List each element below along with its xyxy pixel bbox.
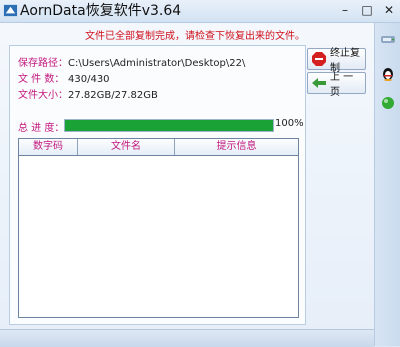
- back-arrow-icon: [311, 75, 327, 91]
- column-header-filename[interactable]: 文件名: [78, 139, 175, 155]
- progress-bar: [64, 119, 274, 132]
- qq-penguin-icon[interactable]: [380, 65, 396, 81]
- status-bar: [0, 329, 374, 347]
- file-table[interactable]: 数字码 文件名 提示信息: [18, 138, 299, 318]
- minimize-button[interactable]: –: [338, 3, 352, 17]
- stop-copy-button[interactable]: 终止复制: [307, 48, 366, 74]
- file-count-label: 文 件 数：: [18, 74, 65, 85]
- stop-sign-icon: [311, 51, 327, 67]
- file-size-row: 文件大小：27.82GB/27.82GB: [18, 86, 158, 101]
- file-count-row: 文 件 数： 430/430: [18, 70, 110, 85]
- maximize-button[interactable]: □: [360, 3, 374, 17]
- file-count-value: 430/430: [68, 74, 110, 85]
- prev-page-button[interactable]: 上 一 页: [307, 72, 366, 98]
- client-area: 文件已全部复制完成，请检查下恢复出来的文件。 保存路径：C:\Users\Adm…: [0, 23, 400, 347]
- window-title: AornData恢复软件v3.64: [20, 3, 182, 19]
- progress-percent: 100%: [275, 118, 304, 129]
- save-path-row: 保存路径：C:\Users\Administrator\Desktop\22\: [18, 54, 245, 69]
- table-header: 数字码 文件名 提示信息: [19, 139, 298, 156]
- file-size-value: 27.82GB/27.82GB: [68, 90, 158, 101]
- progress-label: 总 进 度：: [18, 119, 68, 134]
- prev-page-label: 上 一 页: [330, 72, 354, 98]
- file-size-label: 文件大小：: [18, 90, 68, 101]
- progress-label-text: 总 进 度：: [18, 123, 65, 134]
- right-toolbar: [374, 23, 400, 346]
- save-path-value: C:\Users\Administrator\Desktop\22\: [68, 58, 246, 69]
- column-header-code[interactable]: 数字码: [19, 139, 78, 155]
- column-header-message[interactable]: 提示信息: [175, 139, 298, 155]
- save-path-label: 保存路径：: [18, 58, 68, 69]
- status-message: 文件已全部复制完成，请检查下恢复出来的文件。: [85, 31, 305, 42]
- app-icon: [3, 4, 18, 17]
- green-ball-icon[interactable]: [380, 95, 396, 111]
- disk-icon[interactable]: [380, 31, 396, 47]
- title-bar: AornData恢复软件v3.64 – □ ✕: [0, 0, 400, 23]
- close-button[interactable]: ✕: [382, 3, 396, 17]
- main-panel: 保存路径：C:\Users\Administrator\Desktop\22\ …: [9, 45, 306, 325]
- progress-fill: [65, 120, 273, 131]
